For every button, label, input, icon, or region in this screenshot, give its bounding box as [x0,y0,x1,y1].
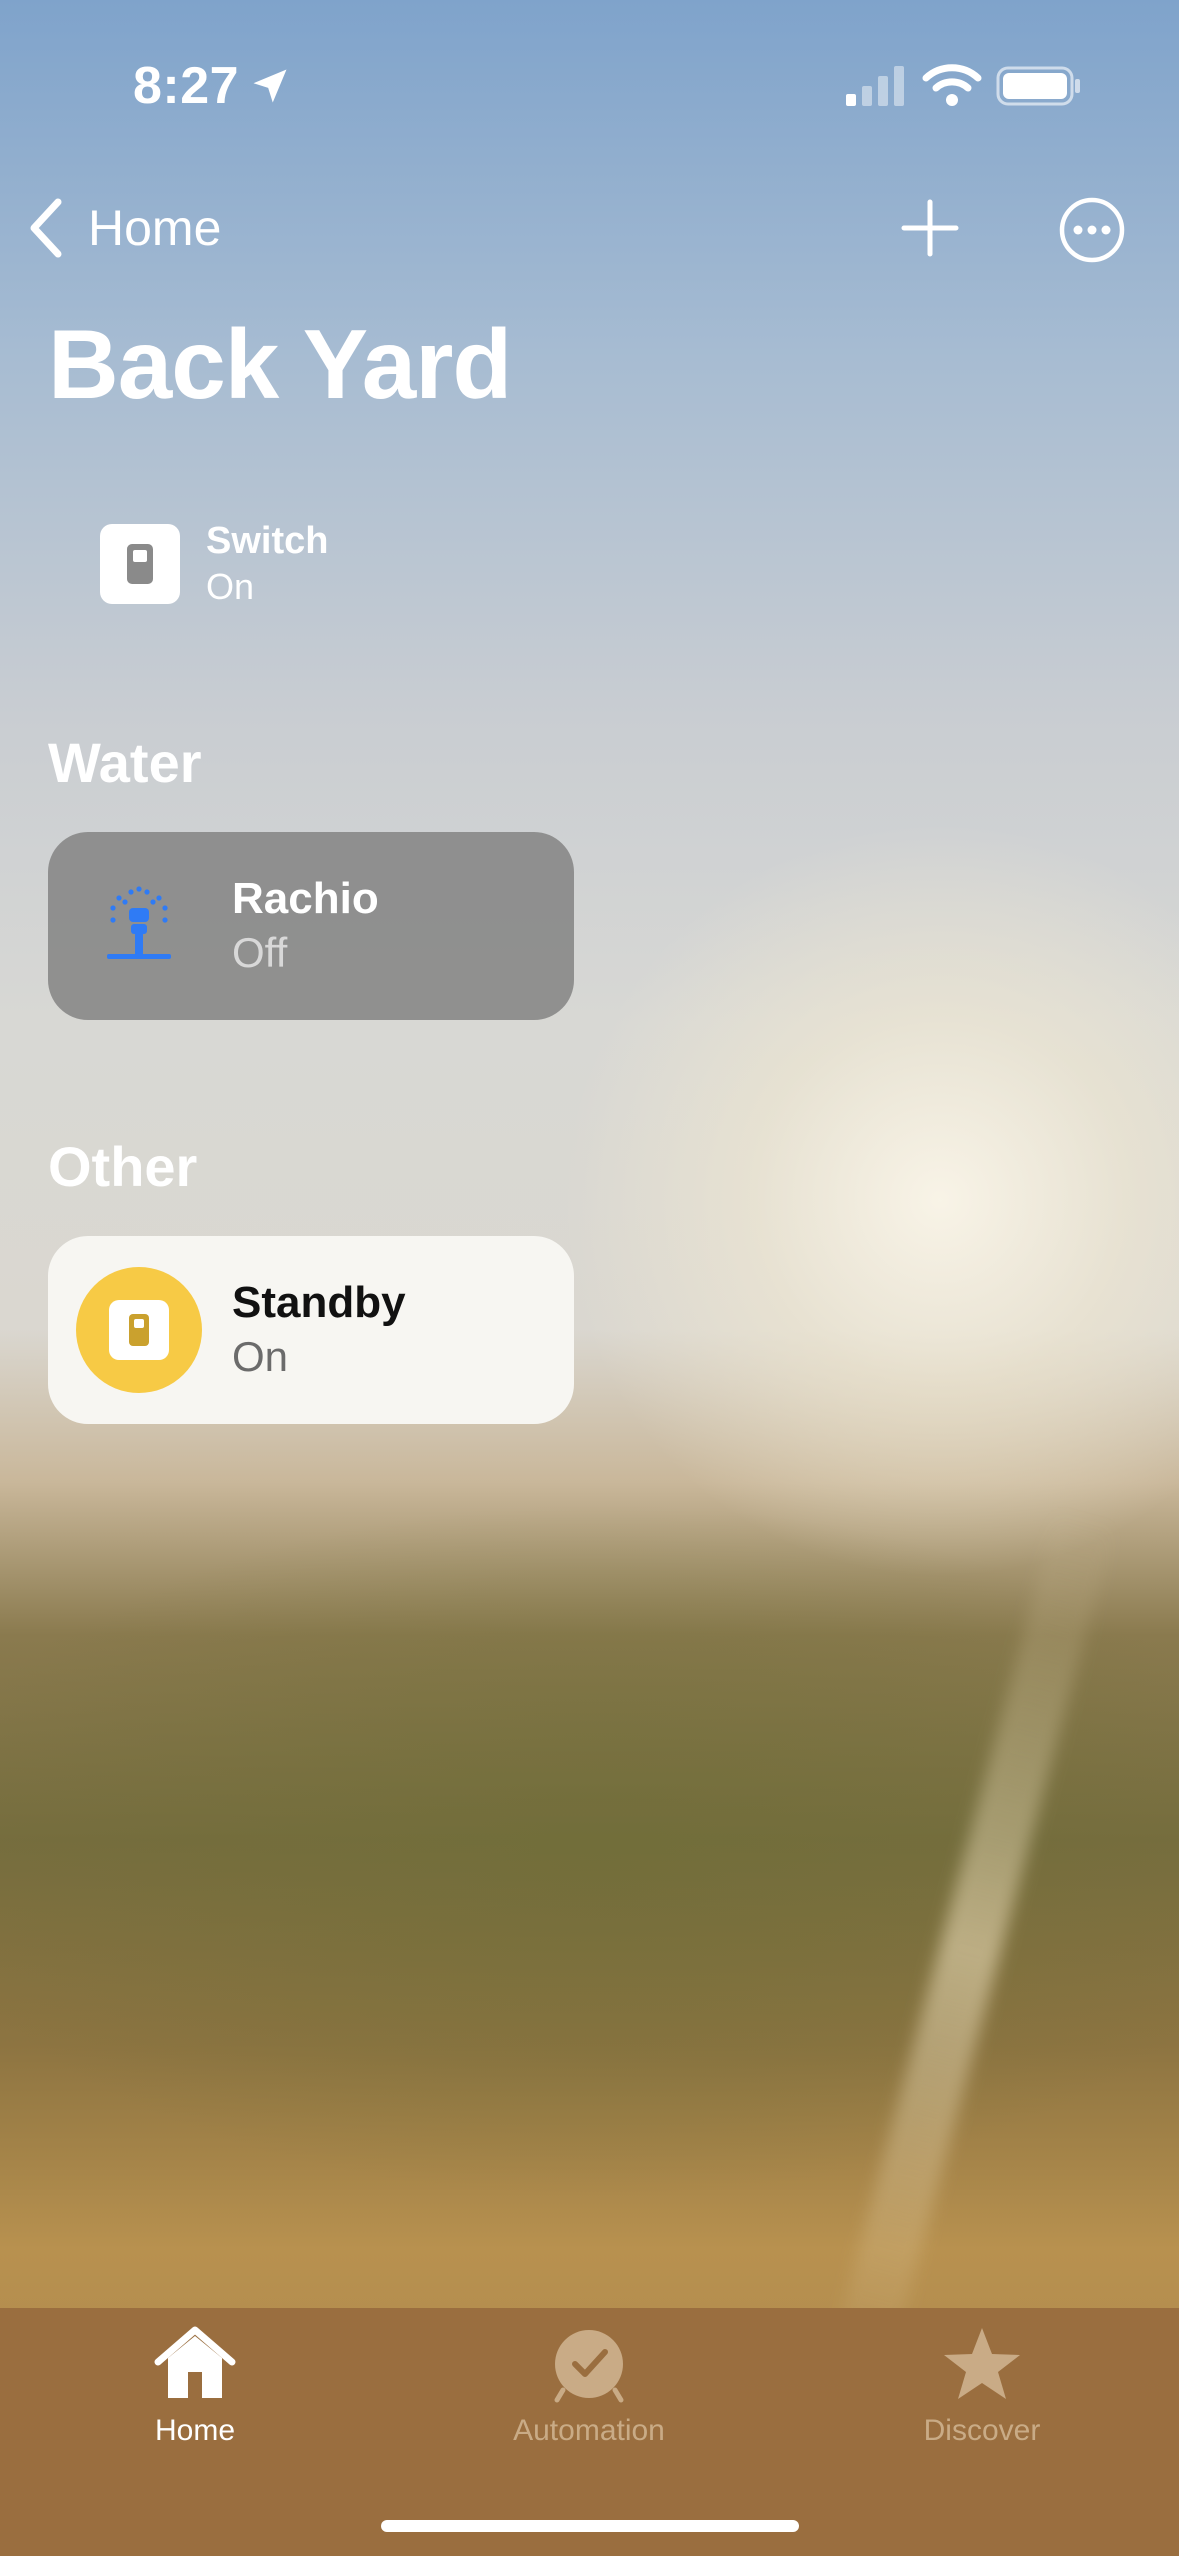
tab-discover[interactable]: Discover [862,2324,1102,2448]
sprinkler-icon [107,886,171,959]
tab-automation-label: Automation [513,2414,665,2447]
tab-home-label: Home [154,2414,236,2447]
tile-state-standby: On [232,1333,289,1380]
home-indicator [381,2520,799,2532]
cellular-signal-icon [846,66,904,106]
switch-icon [100,524,180,604]
tab-discover-label: Discover [923,2414,1041,2447]
more-options-icon[interactable] [1058,196,1126,264]
tab-home[interactable]: Home [75,2324,315,2448]
chevron-left-icon [30,198,62,258]
switch-summary-name: Switch [206,520,329,562]
switch-summary-state: On [206,566,255,607]
tab-automation[interactable]: Automation [469,2324,709,2448]
accessory-tile-rachio[interactable]: Rachio Off [48,832,574,1020]
accessory-tile-standby[interactable]: Standby On [48,1236,574,1424]
house-icon [154,2326,236,2398]
section-label-water: Water [48,731,202,794]
status-bar: 8:27 [0,0,1179,170]
status-time: 8:27 [133,57,240,115]
tile-name-rachio: Rachio [232,874,379,923]
tab-bar: Home Automation Discover [0,2308,1179,2556]
back-button[interactable]: Home [24,192,221,264]
switch-icon [109,1300,169,1360]
page-title: Back Yard [48,309,512,419]
tile-state-rachio: Off [232,929,288,976]
add-icon[interactable] [898,196,962,260]
standby-icon-wrap [76,1267,202,1393]
battery-icon [996,66,1080,106]
sun-glow [560,820,1179,1580]
sprinkler-icon-wrap [76,863,202,989]
wifi-icon [922,64,982,106]
star-icon [944,2328,1020,2399]
clock-check-icon [554,2330,624,2403]
back-button-label: Home [88,200,222,256]
location-arrow-icon [253,69,287,103]
switch-summary[interactable]: Switch On [100,518,328,610]
tile-name-standby: Standby [232,1278,406,1327]
section-label-other: Other [48,1135,198,1198]
